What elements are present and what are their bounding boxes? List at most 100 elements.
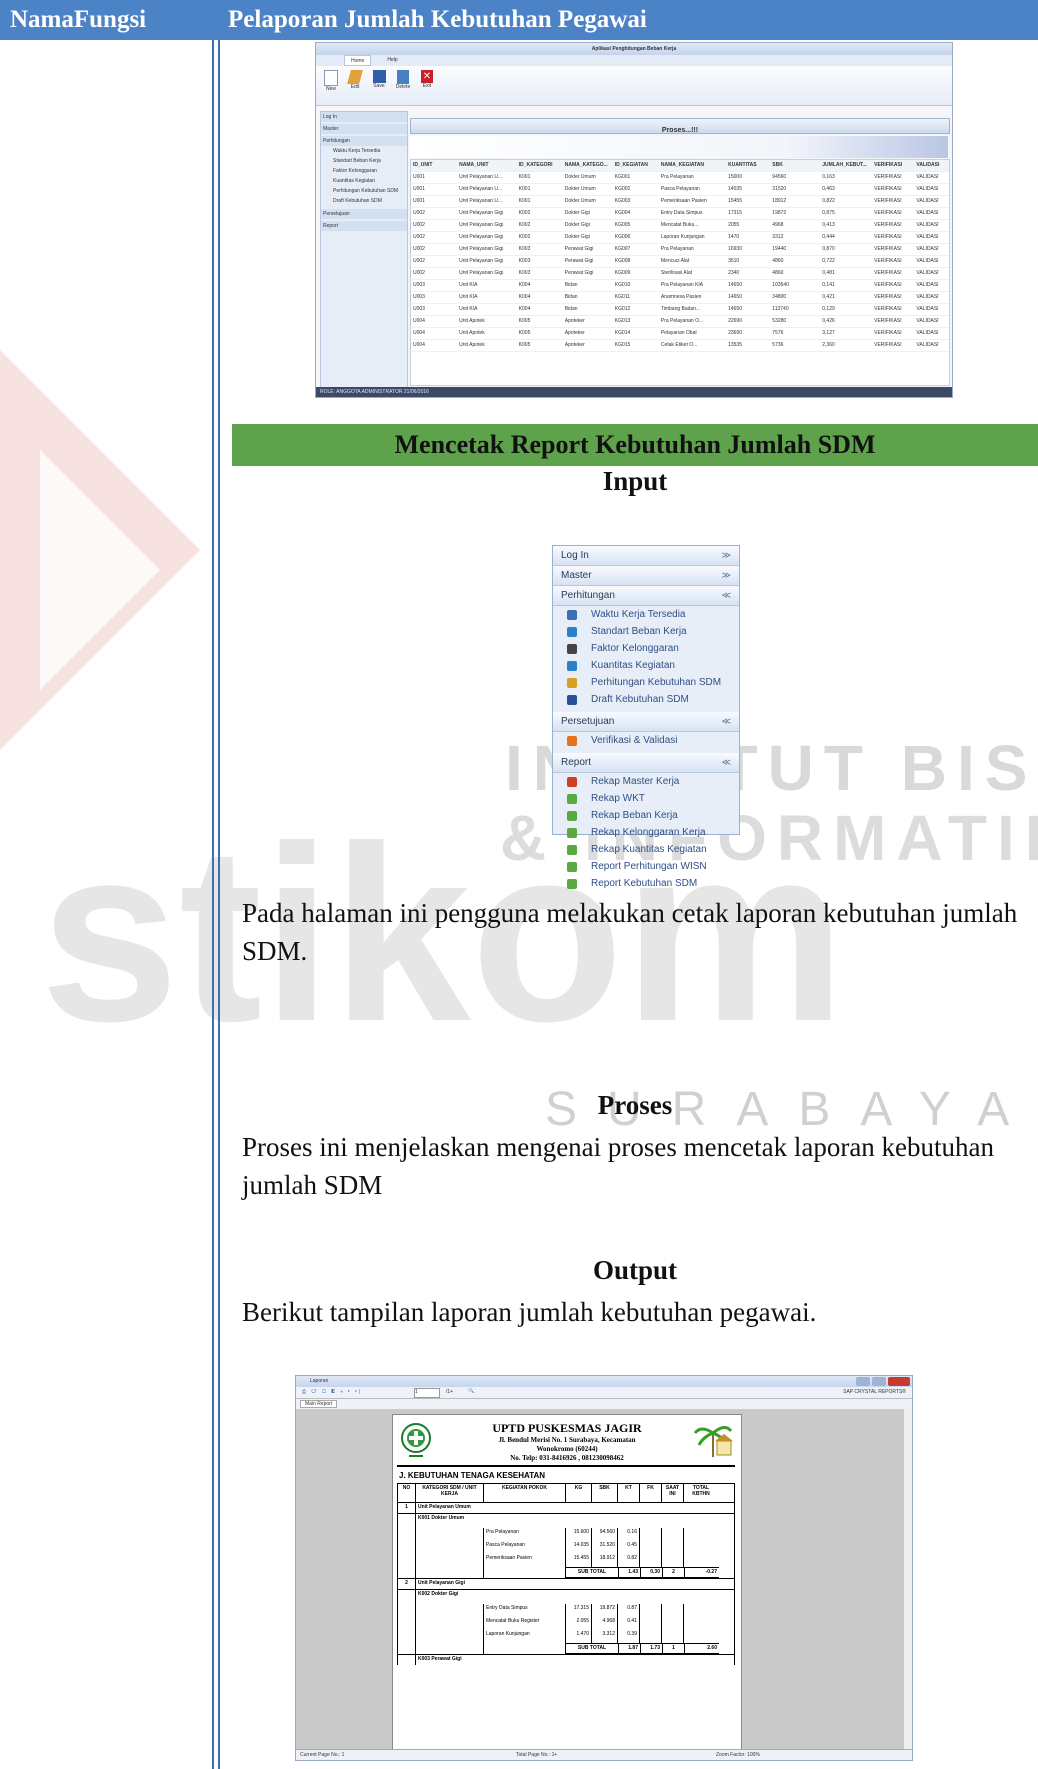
menu-item-icon bbox=[567, 643, 577, 654]
grid-cell: VERIFIKASI bbox=[874, 222, 902, 228]
maximize-button[interactable] bbox=[872, 1377, 886, 1386]
status-current-page: Current Page No.: 1 bbox=[300, 1752, 345, 1758]
grid-cell: U002 bbox=[413, 258, 425, 264]
delete-button[interactable]: Delete bbox=[394, 70, 412, 101]
table-row[interactable]: U004 Unit Apotek K005 Apoteker KG014 Pelayana… bbox=[411, 328, 949, 340]
table-row[interactable]: U001 Unit Pelayanan U... K001 Dokter Umum KG… bbox=[411, 172, 949, 184]
app-nav-login[interactable]: Log In bbox=[321, 112, 407, 122]
ribbon-tab-help[interactable]: Help bbox=[381, 55, 403, 66]
grid-cell: KG004 bbox=[614, 210, 631, 216]
menu-group-perhitungan[interactable]: Perhitungan ≪ bbox=[553, 586, 739, 606]
menu-group-log-in[interactable]: Log In ≫ bbox=[553, 546, 739, 566]
minimize-button[interactable] bbox=[856, 1377, 870, 1386]
menu-item[interactable]: Rekap Kuantitas Kegiatan bbox=[553, 841, 739, 858]
ribbon-tab-home[interactable]: Home bbox=[344, 55, 372, 66]
app-nav-perhitungan[interactable]: Perhitungan bbox=[321, 136, 407, 146]
menu-item-label: Standart Beban Kerja bbox=[591, 626, 687, 637]
menu-item[interactable]: Verifikasi & Validasi bbox=[553, 732, 739, 749]
table-row[interactable]: U003 Unit KIA K004 Bidan KG010 Pra Pelayanan … bbox=[411, 280, 949, 292]
grid-cell: VALIDASI bbox=[916, 294, 939, 300]
menu-group-persetujuan[interactable]: Persetujuan ≪ bbox=[553, 712, 739, 732]
menu-item[interactable]: Waktu Kerja Tersedia bbox=[553, 606, 739, 623]
grid-cell: Unit Pelayanan U... bbox=[459, 174, 503, 180]
menu-group-report[interactable]: Report ≪ bbox=[553, 753, 739, 773]
menu-item[interactable]: Report Kebutuhan SDM bbox=[553, 875, 739, 892]
grid-cell: 14650 bbox=[728, 282, 742, 288]
grid-cell: 22690 bbox=[728, 318, 742, 324]
grid-cell: K005 bbox=[518, 342, 531, 348]
table-row[interactable]: U002 Unit Pelayanan Gigi K002 Dokter Gigi KG… bbox=[411, 232, 949, 244]
grid-cell: U002 bbox=[413, 210, 425, 216]
grid-cell: K004 bbox=[518, 282, 531, 288]
table-row[interactable]: U002 Unit Pelayanan Gigi K002 Dokter Gigi KG… bbox=[411, 208, 949, 220]
report-scrollbar[interactable] bbox=[904, 1408, 912, 1752]
report-kt: 0.41 bbox=[618, 1617, 640, 1630]
app-nav-item[interactable]: Standart Beban Kerja bbox=[321, 156, 407, 166]
table-row[interactable]: U004 Unit Apotek K005 Apoteker KG013 Pra Pela… bbox=[411, 316, 949, 328]
app-nav-report[interactable]: Report bbox=[321, 221, 407, 231]
chevron-icon[interactable]: ≪ bbox=[722, 753, 731, 772]
report-cell bbox=[640, 1604, 662, 1617]
grid-cell: 14650 bbox=[728, 306, 742, 312]
menu-item[interactable]: Faktor Kelonggaran bbox=[553, 640, 739, 657]
menu-item-icon bbox=[567, 609, 577, 620]
menu-item[interactable]: Rekap Kelonggaran Kerja bbox=[553, 824, 739, 841]
grid-cell: 0,444 bbox=[822, 234, 835, 240]
page-number-input[interactable]: 1 bbox=[414, 1388, 440, 1398]
grid-cell: Pra Pelayanan KIA bbox=[660, 282, 704, 288]
app-nav-item[interactable]: Waktu Kerja Tersedia bbox=[321, 146, 407, 156]
grid-header-cell: ID_KEGIATAN bbox=[614, 162, 648, 168]
table-row[interactable]: U001 Unit Pelayanan U... K001 Dokter Umum KG… bbox=[411, 196, 949, 208]
menu-item[interactable]: Draft Kebutuhan SDM bbox=[553, 691, 739, 708]
table-row[interactable]: U002 Unit Pelayanan Gigi K003 Perawat Gigi K… bbox=[411, 256, 949, 268]
app-nav-master[interactable]: Master bbox=[321, 124, 407, 134]
grid-cell: 3510 bbox=[728, 258, 740, 264]
grid-cell: Unit Pelayanan Gigi bbox=[459, 210, 504, 216]
menu-item[interactable]: Rekap WKT bbox=[553, 790, 739, 807]
grid-cell: Pra Pelayanan O... bbox=[660, 318, 704, 324]
column-divider bbox=[212, 40, 214, 1769]
app-nav-persetujuan[interactable]: Persetujuan bbox=[321, 209, 407, 219]
grid-cell: Unit Apotek bbox=[459, 318, 485, 324]
tab-main-report[interactable]: Main Report bbox=[300, 1400, 338, 1408]
chevron-icon[interactable]: ≫ bbox=[722, 566, 731, 585]
report-cell bbox=[640, 1554, 662, 1567]
table-row[interactable]: U003 Unit KIA K004 Bidan KG011 Anamnesa Pasie… bbox=[411, 292, 949, 304]
report-cell bbox=[398, 1590, 416, 1604]
menu-group-label: Perhitungan bbox=[561, 590, 615, 601]
table-row[interactable]: U002 Unit Pelayanan Gigi K002 Dokter Gigi KG… bbox=[411, 220, 949, 232]
menu-item[interactable]: Kuantitas Kegiatan bbox=[553, 657, 739, 674]
menu-group-master[interactable]: Master ≫ bbox=[553, 566, 739, 586]
app-nav-item[interactable]: Kuantitas Kegiatan bbox=[321, 176, 407, 186]
chevron-icon[interactable]: ≫ bbox=[722, 546, 731, 565]
menu-item[interactable]: Perhitungan Kebutuhan SDM bbox=[553, 674, 739, 691]
report-window-title: Laporan bbox=[310, 1378, 329, 1384]
grid-cell: 0,463 bbox=[822, 186, 835, 192]
app-nav-item[interactable]: Draft Kebutuhan SDM bbox=[321, 196, 407, 206]
grid-cell: VERIFIKASI bbox=[874, 198, 902, 204]
chevron-icon[interactable]: ≪ bbox=[722, 712, 731, 731]
report-kt: 0.87 bbox=[618, 1604, 640, 1617]
menu-item[interactable]: Report Perhitungan WISN bbox=[553, 858, 739, 875]
table-row[interactable]: U003 Unit KIA K004 Bidan KG012 Timbang Badan.… bbox=[411, 304, 949, 316]
save-button[interactable]: Save bbox=[370, 70, 388, 101]
table-row[interactable]: U001 Unit Pelayanan U... K001 Dokter Umum KG… bbox=[411, 184, 949, 196]
app-nav-item[interactable]: Perhitungan Kebutuhan SDM bbox=[321, 186, 407, 196]
chevron-icon[interactable]: ≪ bbox=[722, 586, 731, 605]
edit-button[interactable]: Edit bbox=[346, 70, 364, 101]
app-nav-item[interactable]: Faktor Kelonggaran bbox=[321, 166, 407, 176]
table-row[interactable]: U002 Unit Pelayanan Gigi K003 Perawat Gigi K… bbox=[411, 244, 949, 256]
grid-cell: 53280 bbox=[772, 318, 787, 324]
close-button[interactable] bbox=[888, 1377, 910, 1386]
new-button[interactable]: New bbox=[322, 70, 340, 101]
menu-item[interactable]: Rekap Master Kerja bbox=[553, 773, 739, 790]
grid-cell: VERIFIKASI bbox=[874, 306, 902, 312]
report-toolbar-icons[interactable]: ⎙ ⟳ ▢ ◧ ◂ ▸ ▸| bbox=[302, 1389, 362, 1395]
menu-item[interactable]: Rekap Beban Kerja bbox=[553, 807, 739, 824]
table-row[interactable]: U002 Unit Pelayanan Gigi K003 Perawat Gigi K… bbox=[411, 268, 949, 280]
table-row[interactable]: U004 Unit Apotek K005 Apoteker KG015 Cetak Et… bbox=[411, 340, 949, 352]
menu-item[interactable]: Standart Beban Kerja bbox=[553, 623, 739, 640]
report-sbk: 3.312 bbox=[592, 1630, 618, 1643]
exit-button[interactable]: ✕ Exit bbox=[418, 70, 436, 101]
search-icon[interactable]: 🔍 bbox=[468, 1388, 474, 1394]
